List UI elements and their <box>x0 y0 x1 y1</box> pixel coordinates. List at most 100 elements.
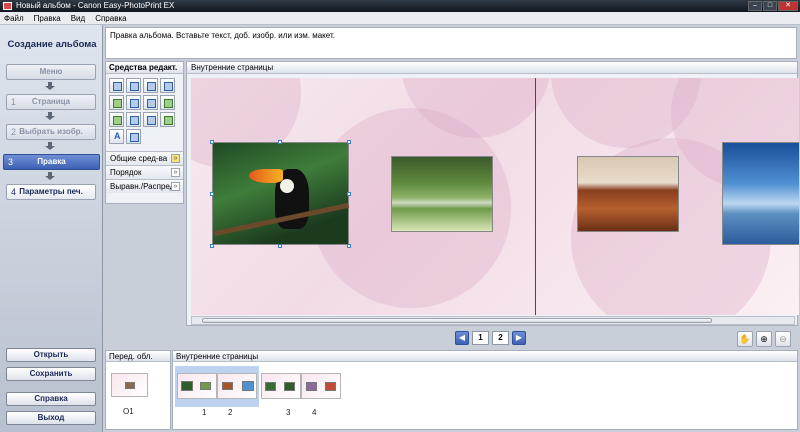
step-label: Страница <box>31 97 71 106</box>
cover-header: Перед. обл. <box>106 351 170 362</box>
page-thumbnail-4[interactable] <box>301 373 341 399</box>
text-icon[interactable] <box>109 129 124 144</box>
app-icon <box>3 2 12 10</box>
page-editor: Внутренние страницы <box>186 61 799 326</box>
page-thumbnail-2[interactable] <box>217 373 257 399</box>
step-edit[interactable]: 3 Правка <box>3 154 100 170</box>
menu-help[interactable]: Справка <box>94 14 127 23</box>
step-page[interactable]: 1 Страница <box>6 94 96 110</box>
instruction-text: Правка альбома. Вставьте текст, доб. изо… <box>105 27 797 59</box>
next-page-button[interactable]: ▶ <box>512 331 526 345</box>
selection-handle[interactable] <box>210 140 214 144</box>
filter-icon[interactable] <box>160 112 175 127</box>
add-image-icon[interactable] <box>109 78 124 93</box>
zoom-out-icon[interactable]: ⊖ <box>775 331 791 347</box>
album-spread-canvas[interactable] <box>191 78 799 315</box>
step-number: 2 <box>11 127 17 137</box>
clip-art-icon[interactable] <box>126 129 141 144</box>
page-spine <box>535 78 536 315</box>
section-align-distribute[interactable]: Выравн./Распред.» <box>106 179 183 193</box>
section-label: Порядок <box>110 168 142 177</box>
selection-handle[interactable] <box>347 140 351 144</box>
edit-tools-header: Средства редакт. <box>106 62 183 74</box>
crop-icon[interactable] <box>126 95 141 110</box>
help-button[interactable]: Справка <box>6 392 96 406</box>
mini-photo <box>325 382 336 391</box>
paste-icon[interactable] <box>143 78 158 93</box>
guide-panel: Создание альбома Меню 1 Страница 2 Выбрать… <box>0 25 103 432</box>
effect-icon[interactable] <box>143 112 158 127</box>
selection-handle[interactable] <box>278 140 282 144</box>
copy-icon[interactable] <box>126 78 141 93</box>
align-icon[interactable] <box>126 112 141 127</box>
section-label: Выравн./Распред. <box>110 182 177 191</box>
edit-tools-panel: Средства редакт. Общие сред-ва» Порядок»… <box>105 61 184 204</box>
photo-meadow[interactable] <box>391 156 493 232</box>
hand-tool-icon[interactable]: ✋ <box>737 331 753 347</box>
down-arrow-icon <box>45 142 55 150</box>
page-label-1: 1 <box>202 408 207 417</box>
selection-handle[interactable] <box>347 244 351 248</box>
cover-thumbnail[interactable] <box>111 373 148 397</box>
cover-label: О1 <box>123 407 134 416</box>
selection-handle[interactable] <box>347 192 351 196</box>
page-icon[interactable] <box>109 112 124 127</box>
minimize-button[interactable]: – <box>748 1 762 11</box>
step-label: Выбрать изобр. <box>19 127 83 136</box>
zoom-in-icon[interactable]: ⊕ <box>756 331 772 347</box>
step-number: 3 <box>8 157 14 167</box>
mini-photo <box>125 382 135 389</box>
background-icon[interactable] <box>160 95 175 110</box>
mini-photo <box>284 382 295 391</box>
step-select-images[interactable]: 2 Выбрать изобр. <box>6 124 96 140</box>
scrollbar-thumb[interactable] <box>202 318 712 323</box>
editor-header: Внутренние страницы <box>187 62 797 74</box>
mini-photo <box>200 382 211 390</box>
inner-pages-header: Внутренние страницы <box>173 351 797 362</box>
menu-edit[interactable]: Правка <box>33 14 62 23</box>
section-label: Общие сред-ва <box>110 154 168 163</box>
chevron-down-icon: » <box>171 182 180 191</box>
photo-toucan[interactable] <box>212 142 350 245</box>
photo-sea[interactable] <box>722 142 799 245</box>
horizontal-scrollbar[interactable] <box>191 316 795 325</box>
page-number-1[interactable]: 1 <box>472 331 489 345</box>
selection-handle[interactable] <box>278 244 282 248</box>
image-frame-icon[interactable] <box>109 95 124 110</box>
down-arrow-icon <box>45 82 55 90</box>
save-button[interactable]: Сохранить <box>6 367 96 381</box>
step-number: 1 <box>11 97 17 107</box>
title-bar: Новый альбом - Canon Easy-PhotoPrint EX … <box>0 0 800 12</box>
step-number: 4 <box>11 187 17 197</box>
toucan-chest <box>280 179 294 193</box>
down-arrow-icon <box>45 112 55 120</box>
step-menu[interactable]: Меню <box>6 64 96 80</box>
chevron-down-icon: » <box>171 154 180 163</box>
exit-button[interactable]: Выход <box>6 411 96 425</box>
section-order[interactable]: Порядок » <box>106 165 183 179</box>
selection-handle[interactable] <box>210 192 214 196</box>
photo-desert[interactable] <box>577 156 679 232</box>
page-thumbnail-3[interactable] <box>261 373 301 399</box>
selection-handle[interactable] <box>210 244 214 248</box>
step-print-settings[interactable]: 4 Параметры печ. <box>6 184 96 200</box>
mini-photo <box>222 382 233 390</box>
guide-title: Создание альбома <box>7 39 97 50</box>
menu-file[interactable]: Файл <box>3 14 25 23</box>
toucan-beak <box>249 169 283 183</box>
previous-page-button[interactable]: ◀ <box>455 331 469 345</box>
open-button[interactable]: Открыть <box>6 348 96 362</box>
section-common-tools[interactable]: Общие сред-ва» <box>106 151 183 165</box>
layout-icon[interactable] <box>143 95 158 110</box>
page-number-2[interactable]: 2 <box>492 331 509 345</box>
tool-grid <box>106 74 183 148</box>
close-window-button[interactable]: ✕ <box>778 1 798 11</box>
step-label: Правка <box>37 157 66 166</box>
rotate-icon[interactable] <box>160 78 175 93</box>
window-title: Новый альбом - Canon Easy-PhotoPrint EX <box>16 1 175 10</box>
mini-photo <box>181 381 193 391</box>
menu-view[interactable]: Вид <box>70 14 86 23</box>
page-thumbnail-1[interactable] <box>177 373 217 399</box>
window-controls: – □ ✕ <box>748 1 798 11</box>
maximize-button[interactable]: □ <box>763 1 777 11</box>
